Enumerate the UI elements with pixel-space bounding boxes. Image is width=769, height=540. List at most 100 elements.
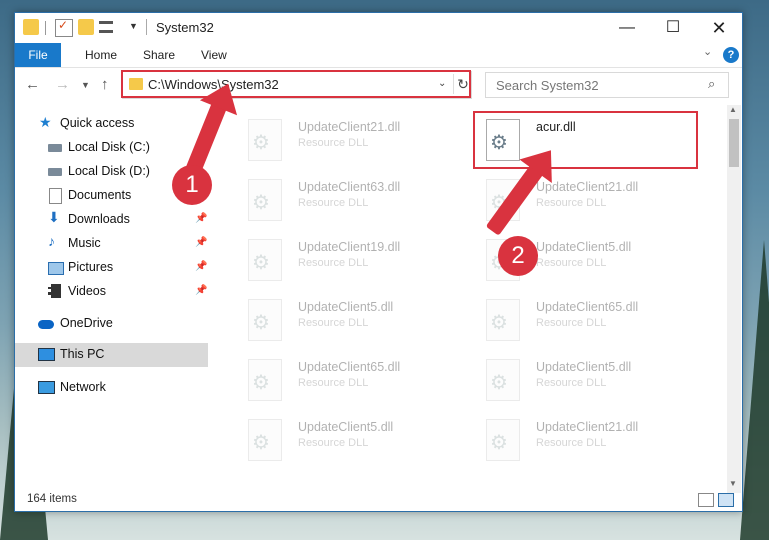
sidebar-item-pictures[interactable]: Pictures 📌 — [15, 256, 208, 280]
sidebar-item-label: OneDrive — [60, 316, 113, 330]
file-name: UpdateClient21.dll — [298, 120, 401, 134]
file-item[interactable]: UpdateClient19.dll Resource DLL — [236, 231, 456, 287]
tab-share[interactable]: Share — [143, 43, 175, 67]
tab-file[interactable]: File — [15, 43, 61, 67]
sidebar-item-network[interactable]: Network — [15, 376, 208, 400]
details-view-icon[interactable] — [698, 493, 714, 507]
computer-icon — [38, 348, 55, 361]
large-icons-view-icon[interactable] — [718, 493, 734, 507]
file-item[interactable]: UpdateClient5.dll Resource DLL — [236, 411, 456, 467]
sidebar-item-music[interactable]: ♪ Music 📌 — [15, 232, 208, 256]
tab-home[interactable]: Home — [85, 43, 117, 67]
file-item[interactable]: UpdateClient5.dll Resource DLL — [236, 291, 456, 347]
forward-arrow-icon[interactable]: → — [55, 76, 70, 93]
file-name: UpdateClient5.dll — [298, 420, 394, 434]
acur-dll-highlight-box — [473, 111, 698, 169]
sidebar-item-label: Network — [60, 380, 106, 394]
status-bar: 164 items — [15, 491, 742, 511]
pin-icon[interactable]: 📌 — [195, 285, 207, 296]
dll-file-icon — [248, 239, 282, 281]
file-item[interactable]: UpdateClient65.dll Resource DLL — [474, 291, 694, 347]
minimize-button[interactable]: — — [604, 13, 650, 43]
toolbar-separator — [45, 21, 46, 35]
properties-icon[interactable] — [55, 18, 73, 37]
sidebar-item-label: Local Disk (C:) — [68, 140, 150, 154]
file-name: UpdateClient5.dll — [298, 300, 394, 314]
file-type: Resource DLL — [536, 257, 607, 269]
file-name: UpdateClient63.dll — [298, 180, 401, 194]
recent-locations-chevron-icon[interactable]: ▼ — [81, 80, 90, 90]
file-type: Resource DLL — [536, 197, 607, 209]
dll-file-icon — [248, 179, 282, 221]
scroll-up-icon[interactable]: ▲ — [729, 105, 737, 114]
file-type: Resource DLL — [298, 257, 369, 269]
scrollbar-thumb[interactable] — [729, 119, 739, 167]
file-item[interactable]: UpdateClient65.dll Resource DLL — [236, 351, 456, 407]
view-icon[interactable] — [99, 21, 113, 33]
sidebar-item-label: Pictures — [68, 260, 114, 274]
window-title: System32 — [156, 20, 214, 35]
file-item[interactable]: UpdateClient21.dll Resource DLL — [474, 411, 694, 467]
file-item[interactable]: UpdateClient63.dll Resource DLL — [236, 171, 456, 227]
pin-icon[interactable]: 📌 — [195, 261, 207, 272]
close-button[interactable]: ✕ — [696, 13, 742, 43]
search-input[interactable]: Search System32 ⌕ — [485, 72, 729, 98]
pin-icon[interactable]: 📌 — [195, 213, 207, 224]
maximize-button[interactable]: ☐ — [650, 13, 696, 43]
pin-icon[interactable]: 📌 — [195, 237, 207, 248]
sidebar-item-local-disk-c[interactable]: Local Disk (C:) 📌 — [15, 136, 208, 160]
sidebar-item-label: Music — [68, 236, 101, 250]
search-icon[interactable]: ⌕ — [708, 76, 715, 92]
scroll-down-icon[interactable]: ▼ — [729, 479, 737, 488]
file-name: UpdateClient21.dll — [536, 420, 639, 434]
dll-file-icon — [248, 299, 282, 341]
item-count: 164 items — [27, 493, 77, 505]
film-strip-icon — [48, 284, 61, 298]
sidebar-item-label: Quick access — [60, 116, 135, 130]
document-icon — [49, 188, 62, 204]
file-type: Resource DLL — [298, 317, 369, 329]
file-item[interactable]: UpdateClient5.dll Resource DLL — [474, 351, 694, 407]
sidebar-item-onedrive[interactable]: OneDrive — [15, 312, 208, 336]
dll-file-icon — [248, 359, 282, 401]
expand-ribbon-chevron-icon[interactable]: ⌄ — [703, 45, 712, 58]
sidebar-item-this-pc[interactable]: This PC — [15, 343, 208, 367]
network-icon — [38, 381, 55, 394]
sidebar-item-quick-access[interactable]: ★ Quick access — [15, 112, 208, 136]
search-placeholder: Search System32 — [496, 78, 599, 93]
file-name: UpdateClient5.dll — [536, 360, 632, 374]
help-icon[interactable]: ? — [723, 47, 739, 63]
pictures-icon — [48, 262, 64, 275]
file-name: UpdateClient65.dll — [298, 360, 401, 374]
back-arrow-icon[interactable]: ← — [25, 76, 40, 93]
file-type: Resource DLL — [298, 137, 369, 149]
file-item[interactable]: UpdateClient21.dll Resource DLL — [236, 111, 456, 167]
download-arrow-icon: ⬇ — [48, 209, 60, 225]
tab-view[interactable]: View — [201, 43, 227, 67]
dll-file-icon — [486, 299, 520, 341]
file-type: Resource DLL — [536, 317, 607, 329]
star-icon: ★ — [39, 114, 52, 130]
sidebar-item-videos[interactable]: Videos 📌 — [15, 280, 208, 304]
dll-file-icon — [248, 419, 282, 461]
title-bar: ▼ System32 — ☐ ✕ — [15, 13, 742, 43]
file-type: Resource DLL — [298, 197, 369, 209]
dll-file-icon — [486, 419, 520, 461]
file-type: Resource DLL — [298, 377, 369, 389]
file-type: Resource DLL — [298, 437, 369, 449]
navigation-bar: ← → ▼ ↑ C:\Windows\System32 ⌄ ↻ Search S… — [15, 68, 742, 102]
ribbon-tabs: File Home Share View ⌄ ? — [15, 43, 742, 68]
file-explorer-window: ▼ System32 — ☐ ✕ File Home Share View ⌄ … — [14, 12, 743, 512]
dll-file-icon — [486, 359, 520, 401]
step-badge-2: 2 — [498, 236, 538, 276]
folder-icon — [23, 19, 39, 35]
sidebar-item-label: Downloads — [68, 212, 130, 226]
title-separator — [146, 19, 147, 35]
new-folder-icon[interactable] — [78, 19, 94, 35]
up-arrow-icon[interactable]: ↑ — [101, 76, 109, 93]
step-badge-1: 1 — [172, 165, 212, 205]
address-highlight-box — [121, 70, 471, 98]
sidebar-item-downloads[interactable]: ⬇ Downloads 📌 — [15, 208, 208, 232]
customize-toolbar-chevron-icon[interactable]: ▼ — [129, 21, 138, 31]
vertical-scrollbar[interactable]: ▲ ▼ — [727, 105, 741, 493]
